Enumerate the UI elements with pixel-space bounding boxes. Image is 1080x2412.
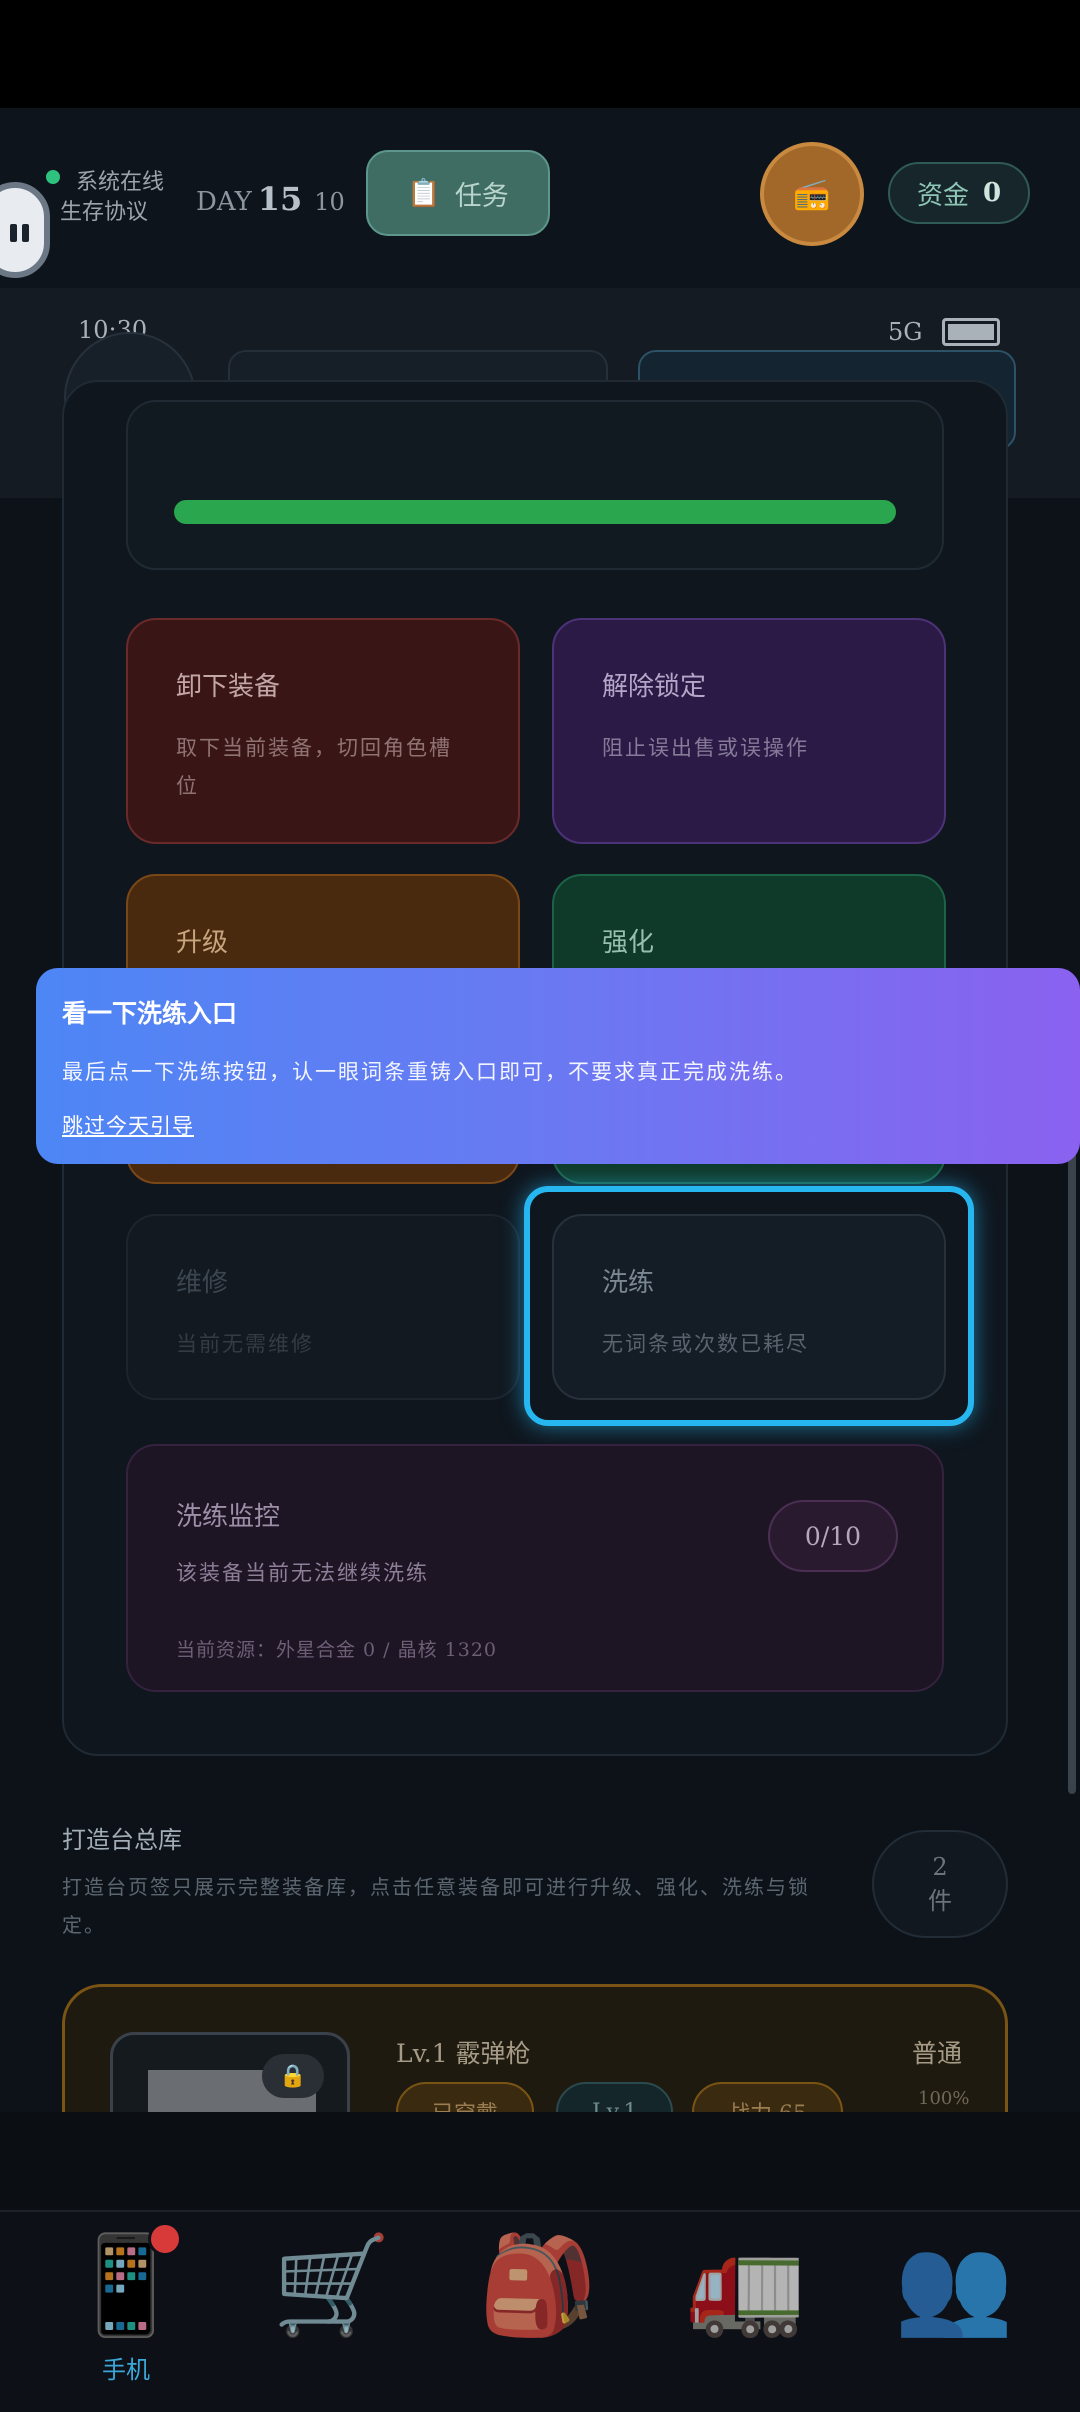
network-indicator: 5G xyxy=(888,318,923,346)
nav-phone-label: 手机 xyxy=(102,2356,150,2384)
notification-dot xyxy=(148,2222,182,2256)
nav-backpack[interactable]: 🎒 xyxy=(468,2226,608,2396)
unequip-title: 卸下装备 xyxy=(176,672,281,702)
unequip-button[interactable]: 卸下装备 取下当前装备，切回角色槽位 xyxy=(126,618,520,844)
lock-icon: 🔒 xyxy=(262,2054,324,2098)
tutorial-popup: 看一下洗练入口 最后点一下洗练按钮，认一眼词条重铸入口即可，不要求真正完成洗练。… xyxy=(36,968,1080,1164)
repair-title: 维修 xyxy=(176,1268,229,1298)
radio-button[interactable]: 📻 xyxy=(760,142,864,246)
tutorial-title: 看一下洗练入口 xyxy=(62,999,238,1028)
online-status-dot xyxy=(46,170,60,184)
unlock-button[interactable]: 解除锁定 阻止误出售或误操作 xyxy=(552,618,946,844)
truck-icon: 🚛 xyxy=(686,2229,806,2341)
library-title: 打造台总库 xyxy=(62,1826,182,1854)
refine-count-badge: 0/10 xyxy=(768,1500,898,1572)
library-desc: 打造台页签只展示完整装备库，点击任意装备即可进行升级、强化、洗练与锁定。 xyxy=(62,1875,810,1937)
task-button[interactable]: 📋 任务 xyxy=(366,150,550,236)
battery-icon xyxy=(942,318,1000,346)
people-icon: 👥 xyxy=(894,2229,1014,2341)
nav-truck[interactable]: 🚛 xyxy=(676,2226,816,2396)
enhance-title: 强化 xyxy=(602,928,655,958)
unequip-desc: 取下当前装备，切回角色槽位 xyxy=(176,736,452,798)
progress-card xyxy=(126,400,944,570)
unlock-title: 解除锁定 xyxy=(602,672,707,702)
item-name: Lv.1 霰弹枪 xyxy=(396,2039,531,2068)
scrollbar[interactable] xyxy=(1068,1150,1076,1794)
tutorial-highlight-frame xyxy=(524,1186,974,1426)
unlock-desc: 阻止误出售或误操作 xyxy=(602,736,809,760)
repair-desc: 当前无需维修 xyxy=(176,1332,314,1356)
backpack-icon: 🎒 xyxy=(478,2229,598,2341)
survival-protocol-label: 生存协议 xyxy=(60,200,149,225)
library-count-num: 2 xyxy=(932,1853,948,1881)
day-counter: DAY 15 10 xyxy=(196,180,345,218)
shopping-cart-icon: 🛒 xyxy=(272,2229,392,2341)
skip-guide-link[interactable]: 跳过今天引导 xyxy=(62,1114,194,1138)
fund-display[interactable]: 资金 0 xyxy=(888,162,1030,224)
top-black-band xyxy=(0,0,1080,108)
monitor-resources: 当前资源：外星合金 0 / 晶核 1320 xyxy=(176,1639,498,1661)
fund-label: 资金 xyxy=(916,180,969,211)
pause-icon[interactable] xyxy=(0,182,50,278)
radio-icon: 📻 xyxy=(793,176,831,212)
tutorial-body: 最后点一下洗练按钮，认一眼词条重铸入口即可，不要求真正完成洗练。 xyxy=(62,1060,798,1084)
library-count-badge: 2 件 xyxy=(872,1830,1008,1938)
library-count-unit: 件 xyxy=(928,1887,952,1915)
item-durability: 100% xyxy=(918,2088,970,2109)
day-sub: 10 xyxy=(314,188,345,216)
fund-value: 0 xyxy=(982,178,1002,208)
progress-bar-fill xyxy=(174,500,896,524)
item-rarity: 普通 xyxy=(912,2039,963,2068)
repair-button[interactable]: 维修 当前无需维修 xyxy=(126,1214,520,1400)
nav-team[interactable]: 👥 xyxy=(884,2226,1024,2396)
upgrade-title: 升级 xyxy=(176,928,229,958)
bottom-dark-band xyxy=(0,2112,1080,2212)
day-label: DAY xyxy=(196,187,252,217)
day-number: 15 xyxy=(257,180,303,218)
task-label: 任务 xyxy=(454,180,509,212)
system-online-label: 系统在线 xyxy=(76,170,165,195)
clipboard-icon: 📋 xyxy=(407,178,441,209)
nav-shop[interactable]: 🛒 xyxy=(262,2226,402,2396)
